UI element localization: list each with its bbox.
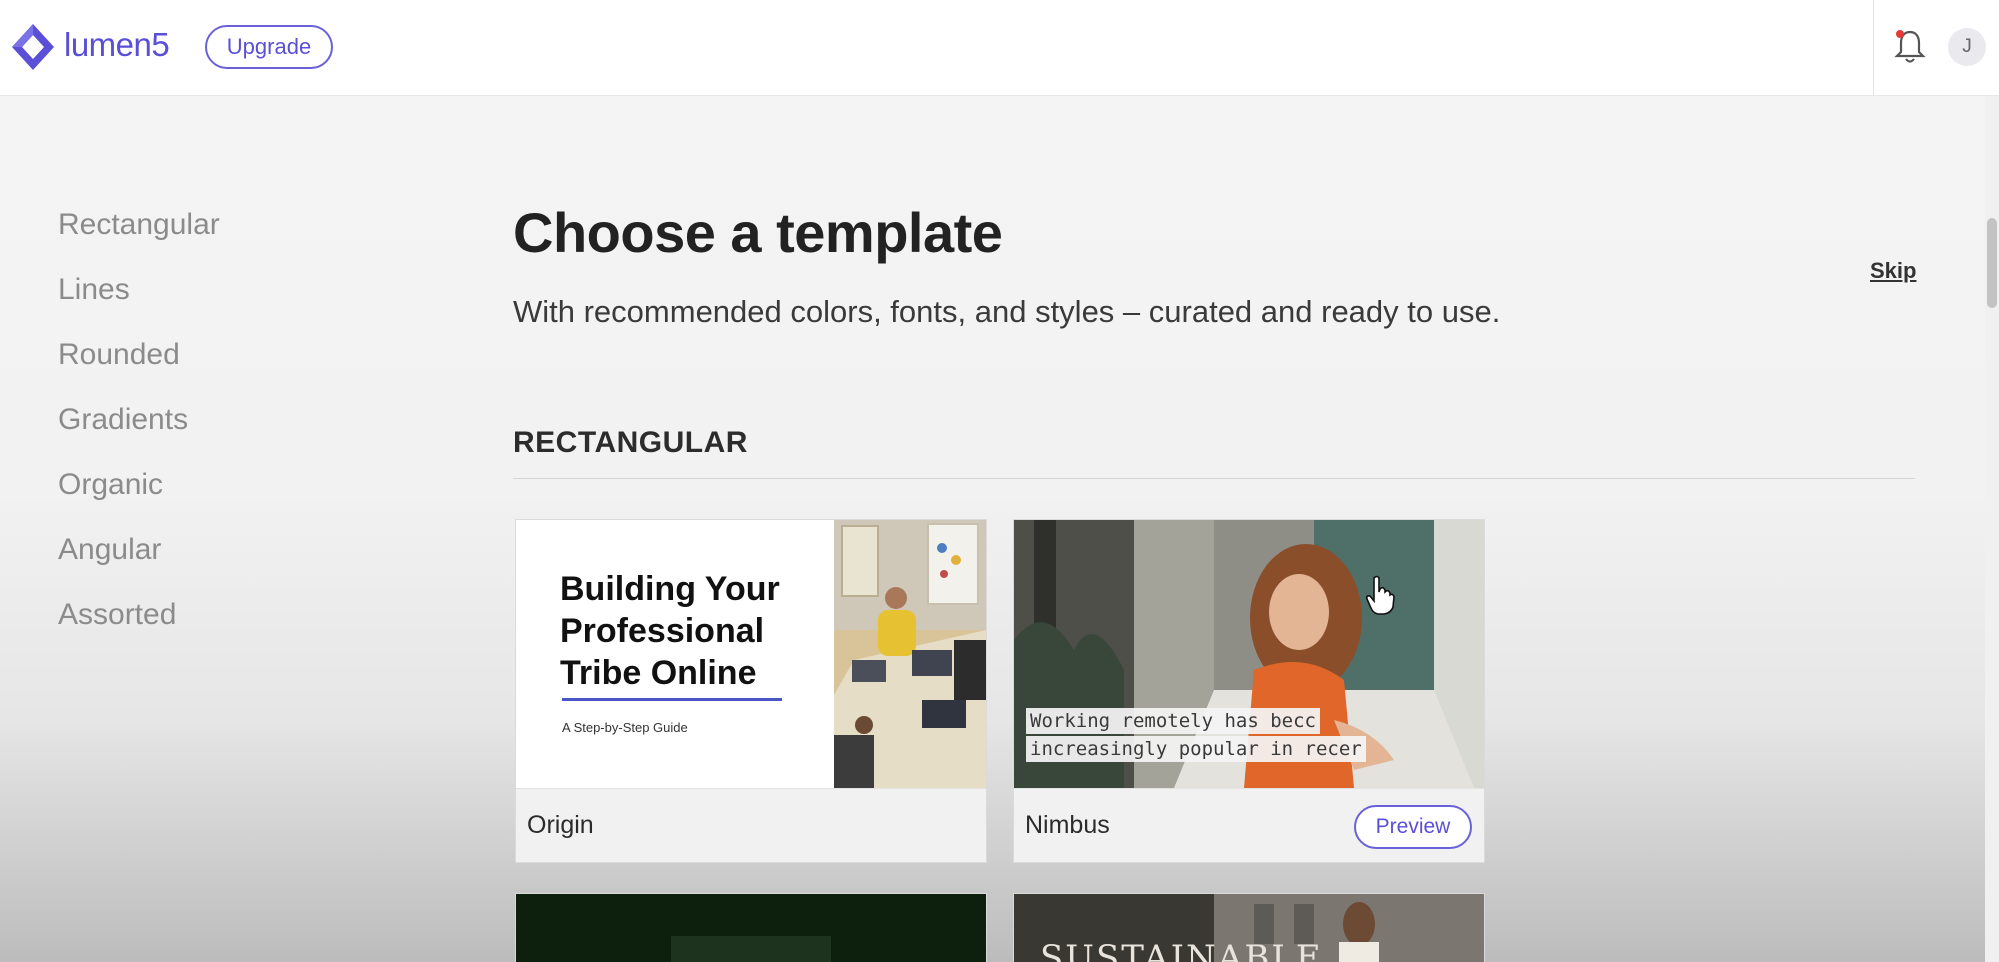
hand-cursor-icon — [1366, 575, 1395, 615]
page-subtitle: With recommended colors, fonts, and styl… — [513, 294, 1501, 329]
caption-line-2: increasingly popular in recer — [1026, 736, 1366, 762]
template-card-dark[interactable] — [515, 893, 987, 962]
thumbnail-headline: SUSTAINABLE — [1040, 938, 1323, 962]
template-card-footer: Nimbus Preview — [1014, 788, 1484, 862]
template-name: Nimbus — [1025, 811, 1110, 839]
template-name: Origin — [527, 811, 594, 839]
caption-line-1: Working remotely has becc — [1026, 708, 1320, 734]
section-divider — [513, 478, 1915, 479]
thumbnail-caption: Working remotely has becc increasingly p… — [1026, 708, 1376, 764]
header-divider — [1873, 0, 1874, 95]
upgrade-button[interactable]: Upgrade — [205, 25, 333, 69]
skip-link[interactable]: Skip — [1870, 258, 1916, 284]
template-thumbnail[interactable]: Building Your Professional Tribe Online … — [516, 520, 986, 788]
template-card-footer: Origin — [516, 788, 986, 862]
sidebar-item-gradients[interactable]: Gradients — [58, 395, 220, 460]
template-card-nimbus[interactable]: Working remotely has becc increasingly p… — [1013, 519, 1485, 863]
thumbnail-subtitle: A Step-by-Step Guide — [562, 720, 688, 735]
scrollbar-thumb[interactable] — [1987, 218, 1997, 308]
office-meeting-photo — [834, 520, 986, 788]
bell-icon[interactable] — [1893, 27, 1927, 65]
sidebar-item-rectangular[interactable]: Rectangular — [58, 200, 220, 265]
avatar[interactable]: J — [1948, 28, 1986, 66]
sidebar-item-angular[interactable]: Angular — [58, 525, 220, 590]
sidebar-item-organic[interactable]: Organic — [58, 460, 220, 525]
dark-thumbnail — [516, 894, 986, 962]
thumbnail-headline: Building Your Professional Tribe Online — [560, 570, 780, 692]
notification-dot — [1896, 30, 1904, 38]
lumen5-logo-icon[interactable] — [10, 22, 56, 72]
sidebar-item-lines[interactable]: Lines — [58, 265, 220, 330]
preview-button[interactable]: Preview — [1354, 805, 1472, 849]
brand-name[interactable]: lumen5 — [64, 26, 170, 64]
sidebar-item-rounded[interactable]: Rounded — [58, 330, 220, 395]
thumbnail-underline — [562, 698, 782, 701]
template-thumbnail[interactable]: Working remotely has becc increasingly p… — [1014, 520, 1484, 788]
scrollbar[interactable] — [1985, 96, 1999, 962]
top-header: lumen5 Upgrade J — [0, 0, 1999, 96]
section-title-rectangular: RECTANGULAR — [513, 426, 748, 459]
sidebar-item-assorted[interactable]: Assorted — [58, 590, 220, 655]
template-category-nav: Rectangular Lines Rounded Gradients Orga… — [58, 200, 220, 655]
page-title: Choose a template — [513, 201, 1003, 264]
template-card-origin[interactable]: Building Your Professional Tribe Online … — [515, 519, 987, 863]
template-card-sustainable[interactable]: SUSTAINABLE — [1013, 893, 1485, 962]
